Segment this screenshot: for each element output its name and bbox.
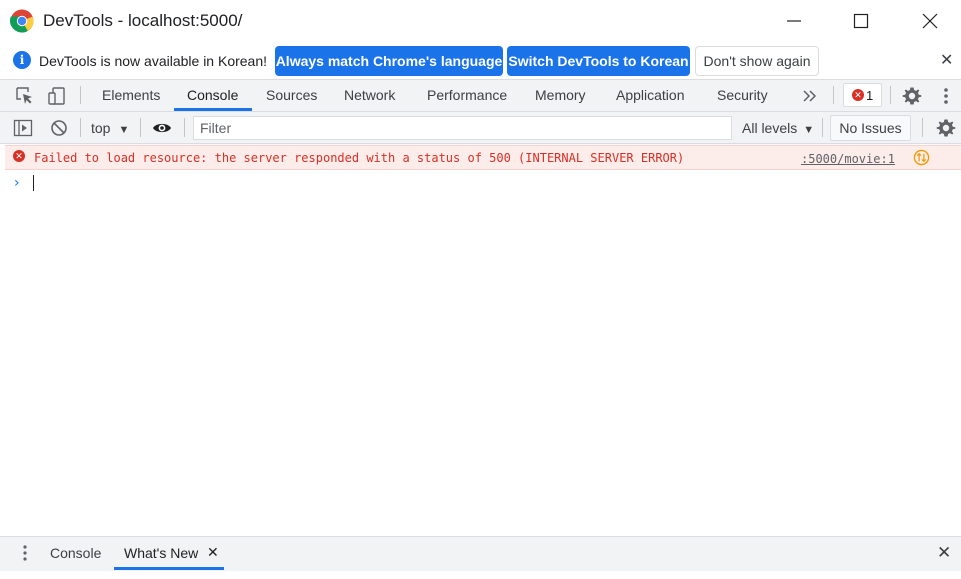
tab-network[interactable]: Network [344,87,395,103]
dont-show-again-button[interactable]: Don't show again [695,46,819,76]
toolbar-separator [80,118,81,137]
close-icon [922,13,938,29]
console-error-text: Failed to load resource: the server resp… [34,151,685,165]
tab-memory[interactable]: Memory [535,87,586,103]
tab-separator [833,86,834,104]
device-toolbar-icon[interactable] [47,86,67,106]
drawer-tab-console[interactable]: Console [50,545,101,561]
minimize-button[interactable] [771,0,817,42]
tab-sources[interactable]: Sources [266,87,317,103]
tab-security[interactable]: Security [717,87,768,103]
settings-gear-icon[interactable] [902,86,922,106]
active-drawer-tab-indicator [114,567,224,570]
error-icon: ✕ [13,150,25,162]
drawer-tab-whats-new[interactable]: What's New [124,545,198,561]
match-language-button[interactable]: Always match Chrome's language [275,46,503,76]
tab-performance[interactable]: Performance [427,87,507,103]
minimize-icon [787,20,801,22]
tab-elements[interactable]: Elements [102,87,160,103]
drawer-menu-icon[interactable] [18,544,32,562]
close-tab-icon[interactable]: ✕ [207,544,219,561]
console-settings-gear-icon[interactable] [936,118,956,138]
tab-application[interactable]: Application [616,87,685,103]
console-prompt-chevron-icon: › [14,175,20,191]
log-levels-value: All levels [742,120,798,136]
infobar-close-icon[interactable]: ✕ [940,50,953,70]
close-window-button[interactable] [907,0,953,42]
info-icon: i [13,51,31,69]
log-levels-dropdown[interactable]: All levels ▼ [742,120,814,136]
error-count: 1 [866,88,874,103]
tab-console[interactable]: Console [187,87,238,103]
console-filter-input[interactable] [193,116,732,140]
active-tab-indicator [174,108,252,111]
chevron-down-icon: ▼ [118,124,130,136]
maximize-icon [853,13,869,29]
more-options-icon[interactable] [936,86,956,106]
toolbar-separator [140,118,141,137]
inspect-element-icon[interactable] [15,86,35,106]
chevron-down-icon: ▼ [803,124,815,136]
network-request-icon[interactable] [913,149,930,166]
clear-console-icon[interactable] [49,118,69,138]
console-output-area[interactable] [5,144,961,536]
maximize-button[interactable] [838,0,884,42]
chrome-logo-icon [10,9,34,33]
error-icon: ✕ [852,89,864,101]
execution-context-select[interactable]: top ▼ [91,120,129,136]
more-tabs-chevron-icon[interactable] [800,86,820,106]
issues-button[interactable]: No Issues [830,115,911,141]
window-bottom-edge [0,571,961,579]
execution-context-value: top [91,120,111,136]
tab-separator [80,86,81,104]
show-sidebar-icon[interactable] [13,118,33,138]
infobar-message: DevTools is now available in Korean! [39,53,268,69]
window-title: DevTools - localhost:5000/ [43,11,243,30]
tab-separator [890,86,891,104]
console-input-caret[interactable] [33,175,34,191]
toolbar-separator [922,118,923,137]
console-error-source-link[interactable]: :5000/movie:1 [801,152,895,166]
toolbar-separator [822,118,823,137]
live-expression-eye-icon[interactable] [152,118,172,138]
switch-language-button[interactable]: Switch DevTools to Korean [507,46,690,76]
close-drawer-icon[interactable]: ✕ [937,543,951,563]
toolbar-separator [184,118,185,137]
